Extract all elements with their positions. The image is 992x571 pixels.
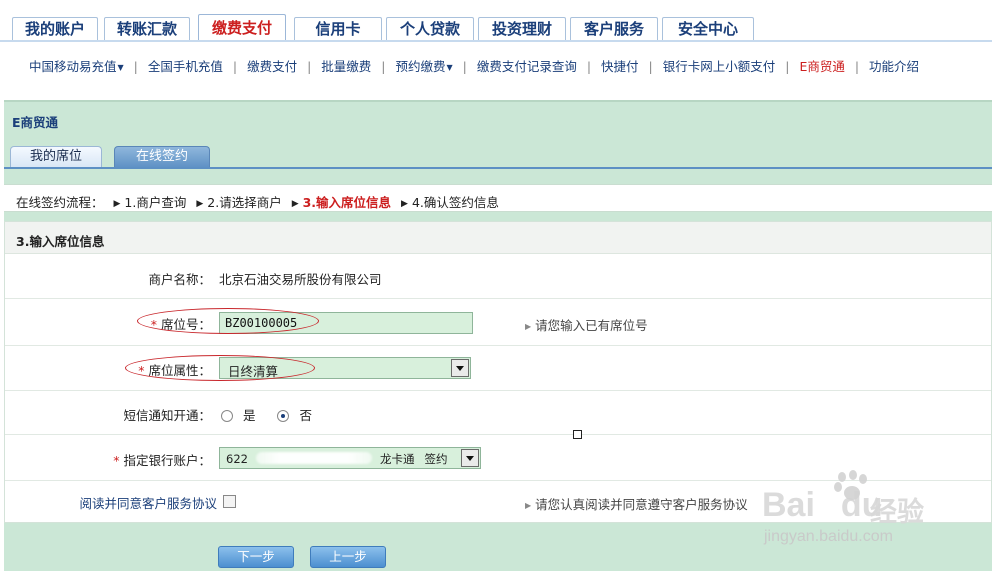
sub-nav: 中国移动易充值▼ | 全国手机充值 | 缴费支付 | 批量缴费 | 预约缴费▼ … <box>0 42 992 92</box>
row-sms: 短信通知开通： 是 否 <box>5 391 991 435</box>
cursor-marker <box>573 430 582 439</box>
subnav-item-mobile-recharge[interactable]: 中国移动易充值▼ <box>29 59 124 74</box>
triangle-right-icon: ▶ <box>401 199 408 209</box>
tab-credit-card[interactable]: 信用卡 <box>294 17 382 41</box>
flow-step-3-current: 3.输入席位信息 <box>302 195 392 210</box>
flow-step-1: 1.商户查询 <box>124 195 187 210</box>
seat-no-input[interactable] <box>219 312 473 334</box>
tab-online-sign[interactable]: 在线签约 <box>114 146 210 168</box>
subnav-item-national-recharge[interactable]: 全国手机充值 <box>148 59 223 74</box>
triangle-right-icon: ▶ <box>196 199 204 209</box>
required-asterisk: * <box>138 363 145 378</box>
seat-info-form: 3.输入席位信息 商户名称： 北京石油交易所股份有限公司 *席位号： ▶请您输入… <box>4 221 992 523</box>
tab-my-account[interactable]: 我的账户 <box>12 17 98 41</box>
subnav-item-micro-payment[interactable]: 银行卡网上小额支付 <box>663 59 776 74</box>
sms-label: 短信通知开通： <box>123 408 211 423</box>
bank-account-label: * 指定银行账户： <box>113 453 211 468</box>
sms-radio-no[interactable] <box>277 410 290 422</box>
chevron-down-icon: ▼ <box>117 63 124 72</box>
seat-attr-value: 日终清算 <box>228 364 279 379</box>
redacted-account-number <box>255 452 372 464</box>
tab-my-seat[interactable]: 我的席位 <box>10 146 102 168</box>
tab-customer-service[interactable]: 客户服务 <box>570 17 658 41</box>
triangle-right-icon: ▶ <box>113 199 121 209</box>
sms-no-label: 否 <box>299 408 312 423</box>
chevron-down-icon: ▼ <box>446 63 453 72</box>
row-seat-no: *席位号： ▶请您输入已有席位号 <box>5 299 991 346</box>
sms-options: 是 否 <box>221 405 312 424</box>
tab-security-center[interactable]: 安全中心 <box>662 17 754 41</box>
triangle-right-icon: ▶ <box>291 199 299 209</box>
page: 我的账户 转账汇款 缴费支付 信用卡 个人贷款 投资理财 客户服务 安全中心 中… <box>0 0 992 571</box>
sms-radio-yes[interactable] <box>221 410 233 422</box>
sms-yes-label: 是 <box>242 408 256 423</box>
subnav-item-payment[interactable]: 缴费支付 <box>247 59 297 74</box>
seat-no-label: * 席位号： <box>150 317 211 332</box>
prev-button[interactable]: 上一步 <box>310 546 386 568</box>
subnav-item-e-trade[interactable]: E商贸通 <box>799 59 844 74</box>
bank-account-select[interactable]: 622 龙卡通 签约 <box>219 447 481 469</box>
chevron-down-icon[interactable] <box>451 359 469 377</box>
subnav-item-intro[interactable]: 功能介绍 <box>869 59 919 74</box>
subnav-item-quick-pay[interactable]: 快捷付 <box>601 59 639 74</box>
row-bank-account: * 指定银行账户： 622 龙卡通 签约 <box>5 435 991 481</box>
row-merchant: 商户名称： 北京石油交易所股份有限公司 <box>5 255 991 299</box>
merchant-value: 北京石油交易所股份有限公司 <box>219 272 382 287</box>
agreement-hint: ▶ 请您认真阅读并同意遵守客户服务协议 <box>525 497 748 512</box>
subnav-item-batch-payment[interactable]: 批量缴费 <box>321 59 371 74</box>
section-header: 3.输入席位信息 <box>5 222 991 254</box>
section-title: 3.输入席位信息 <box>16 234 105 249</box>
module-top-rule <box>4 100 992 102</box>
next-button[interactable]: 下一步 <box>218 546 294 568</box>
tab-personal-loan[interactable]: 个人贷款 <box>386 17 474 41</box>
flow-step-2: 2.请选择商户 <box>207 195 282 210</box>
top-nav: 我的账户 转账汇款 缴费支付 信用卡 个人贷款 投资理财 客户服务 安全中心 <box>0 0 992 42</box>
chevron-down-icon[interactable] <box>461 449 479 467</box>
sign-flow-breadcrumb: 在线签约流程： ▶ 1.商户查询 ▶ 2.请选择商户 ▶ 3.输入席位信息 ▶ 4.确认… <box>4 184 992 212</box>
seat-attr-select[interactable]: 日终清算 <box>219 357 471 379</box>
tab-payment[interactable]: 缴费支付 <box>198 14 286 42</box>
seat-attr-label: * 席位属性： <box>138 363 211 378</box>
seat-no-hint: ▶ 请您输入已有席位号 <box>525 318 648 333</box>
tab-transfer[interactable]: 转账汇款 <box>104 17 190 41</box>
agreement-checkbox[interactable] <box>223 495 236 508</box>
module-title: E商贸通 <box>12 115 59 130</box>
row-agreement: 阅读并同意客户服务协议 ▶ 请您认真阅读并同意遵守客户服务协议 <box>5 481 991 523</box>
e-trade-module: E商贸通 我的席位 在线签约 在线签约流程： ▶ 1.商户查询 ▶ 2.请选择商户 … <box>4 100 992 571</box>
merchant-label: 商户名称： <box>148 272 211 287</box>
row-seat-attr: * 席位属性： 日终清算 <box>5 346 991 391</box>
tab-investment[interactable]: 投资理财 <box>478 17 566 41</box>
triangle-right-icon: ▶ <box>525 501 532 510</box>
triangle-right-icon: ▶ <box>525 322 532 331</box>
service-agreement-link[interactable]: 阅读并同意客户服务协议 <box>79 493 217 512</box>
required-asterisk: * <box>150 317 157 332</box>
bank-account-value: 622 龙卡通 签约 <box>226 452 448 466</box>
subnav-item-payment-records[interactable]: 缴费支付记录查询 <box>477 59 577 74</box>
required-asterisk: * <box>113 453 120 468</box>
flow-step-4: 4.确认签约信息 <box>411 195 499 210</box>
flow-label: 在线签约流程： <box>16 195 104 210</box>
subnav-item-scheduled-payment[interactable]: 预约缴费▼ <box>395 59 452 74</box>
module-tab-rule <box>4 167 992 169</box>
